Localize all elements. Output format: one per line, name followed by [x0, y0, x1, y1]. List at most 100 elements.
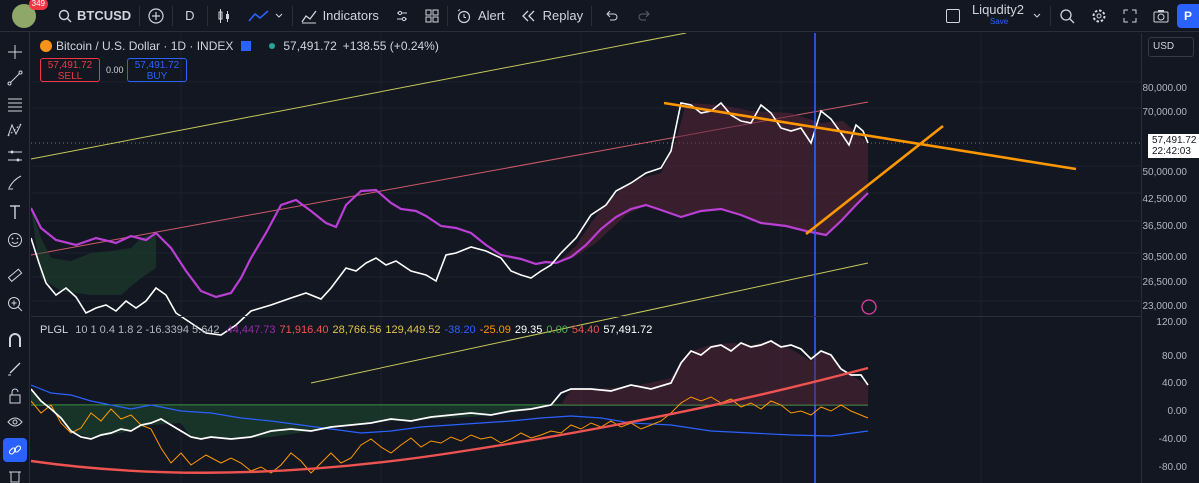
indicator-value: 71,916.40 — [279, 324, 329, 336]
chart-canvas[interactable] — [30, 32, 1141, 483]
current-price-label: 57,491.72 — [1152, 135, 1197, 146]
candle-style-button[interactable] — [208, 0, 240, 32]
pane-separator[interactable] — [31, 316, 1141, 317]
snapshot-button[interactable] — [1145, 0, 1177, 32]
trendline-tool[interactable] — [3, 66, 27, 90]
price-scale[interactable]: USD 80,000.00 70,000.00 50,000.00 42,500.00… — [1141, 33, 1199, 483]
fib-icon — [8, 98, 22, 112]
measure-tool[interactable] — [3, 144, 27, 168]
symbol-search[interactable]: BTCUSD — [44, 0, 139, 32]
user-menu[interactable]: 349 — [0, 0, 48, 32]
emoji-tool[interactable] — [3, 228, 27, 252]
flag-icon[interactable] — [241, 41, 252, 51]
crosshair-icon — [8, 45, 22, 59]
buy-label: BUY — [146, 71, 168, 82]
price-tick-label: 26,500.00 — [1142, 277, 1188, 288]
chevron-down-icon — [1033, 13, 1041, 18]
indicator-tick-label: 0.00 — [1167, 406, 1187, 417]
ruler-tool[interactable] — [3, 264, 27, 288]
buy-button[interactable]: 57,491.72 BUY — [127, 58, 187, 82]
fullscreen-button[interactable] — [1115, 0, 1145, 32]
indicator-params: 10 1 0.4 1.8 2 -16.3394 5.642 — [75, 324, 220, 336]
fib-tool[interactable] — [3, 92, 27, 116]
layout-name-box: Liqudity2 Save — [971, 2, 1024, 28]
layout-name: Liqudity2 — [971, 2, 1024, 17]
remove-tool[interactable] — [3, 464, 27, 483]
indicator-tick-label: -40.00 — [1158, 434, 1187, 445]
replay-button[interactable]: Replay — [513, 0, 591, 32]
lock-tool[interactable] — [3, 384, 27, 408]
indicator-value: -25.09 — [479, 324, 511, 336]
layout-menu[interactable]: Liqudity2 Save — [938, 0, 1050, 32]
crosshair-tool[interactable] — [3, 40, 27, 64]
compare-button[interactable] — [140, 0, 172, 32]
symbol-title: Bitcoin / U.S. Dollar · 1D · INDEX — [56, 39, 234, 53]
zoom-icon — [8, 297, 23, 312]
avatar: 349 — [12, 0, 48, 28]
undo-button[interactable] — [592, 0, 630, 32]
price-tick-label: 70,000.00 — [1142, 107, 1188, 118]
text-tool[interactable] — [3, 200, 27, 224]
ruler-icon — [7, 268, 23, 283]
zoom-tool[interactable] — [3, 292, 27, 316]
hide-tool[interactable] — [3, 410, 27, 434]
indicator-legend: PLGL 10 1 0.4 1.8 2 -16.3394 5.642 44,44… — [40, 324, 660, 336]
indicator-tick-label: 80.00 — [1161, 351, 1187, 362]
spread-value: 0.00 — [106, 65, 124, 75]
undo-icon — [606, 10, 618, 20]
current-price-tag: 57,491.72 22:42:03 — [1148, 134, 1199, 158]
eye-icon — [7, 417, 23, 427]
publish-button[interactable]: P — [1177, 4, 1199, 28]
price-tick-label: 30,500.00 — [1142, 252, 1188, 263]
fullscreen-icon — [1123, 9, 1137, 23]
lock-icon — [9, 388, 21, 404]
search-icon — [58, 9, 72, 22]
toolbar-right: Liqudity2 Save P — [938, 0, 1199, 32]
countdown-label: 22:42:03 — [1152, 146, 1191, 157]
rewind-icon — [521, 10, 535, 21]
price-tick-label: 50,000.00 — [1142, 167, 1188, 178]
pattern-icon — [7, 123, 22, 137]
notification-badge: 349 — [28, 0, 48, 10]
alert-label: Alert — [477, 8, 505, 23]
alarm-clock-icon — [457, 8, 471, 23]
lightning-icon[interactable] — [861, 299, 877, 315]
chart-pane[interactable] — [30, 32, 1141, 483]
templates-icon — [396, 10, 407, 21]
buy-price: 57,491.72 — [134, 60, 180, 71]
draw-mode-tool[interactable] — [3, 356, 27, 380]
price-tick-label: 80,000.00 — [1142, 83, 1188, 94]
gear-icon — [1092, 9, 1106, 23]
sync-drawings-tool[interactable] — [3, 438, 27, 462]
line-chart-icon — [247, 9, 269, 22]
pattern-tool[interactable] — [3, 118, 27, 142]
redo-icon — [638, 10, 650, 20]
layout-grid-button[interactable] — [417, 0, 447, 32]
templates-button[interactable] — [387, 0, 417, 32]
magnet-tool[interactable] — [3, 328, 27, 352]
symbol-legend: Bitcoin / U.S. Dollar · 1D · INDEX 57,49… — [40, 39, 439, 53]
indicator-value: 129,449.52 — [385, 324, 441, 336]
add-circle-icon — [148, 7, 164, 24]
trash-icon — [9, 471, 21, 483]
indicator-tick-label: 120.00 — [1156, 317, 1187, 328]
settings-button[interactable] — [1083, 0, 1115, 32]
trendline-icon — [7, 70, 23, 86]
last-price: 57,491.72 — [283, 39, 337, 53]
alert-button[interactable]: Alert — [448, 0, 513, 32]
price-tick-label: 23,000.00 — [1142, 301, 1188, 312]
redo-button[interactable] — [630, 0, 660, 32]
sell-button[interactable]: 57,491.72 SELL — [40, 58, 100, 82]
quick-search-button[interactable] — [1051, 0, 1083, 32]
currency-select[interactable]: USD — [1148, 37, 1194, 57]
brush-tool[interactable] — [3, 170, 27, 194]
indicators-button[interactable]: Indicators — [293, 0, 387, 32]
drawing-toolbar — [0, 32, 30, 483]
bitcoin-icon — [40, 40, 52, 52]
replay-label: Replay — [542, 8, 584, 23]
interval-button[interactable]: D — [173, 0, 206, 32]
indicator-name: PLGL — [40, 324, 69, 336]
chart-type-button[interactable] — [240, 0, 292, 32]
indicator-value: 54.40 — [571, 324, 600, 336]
top-toolbar: 349 BTCUSD D Indicators Alert Replay Liq… — [0, 0, 1199, 32]
